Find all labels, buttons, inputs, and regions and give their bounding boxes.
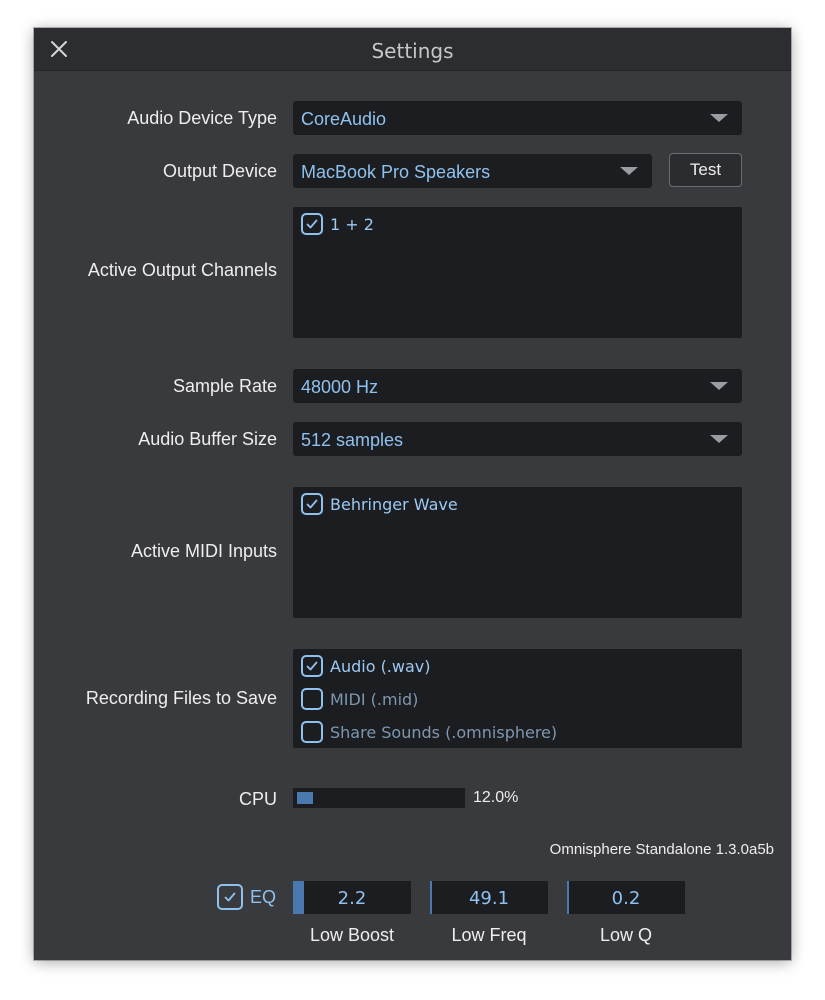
checkbox[interactable]: [301, 688, 323, 710]
output-device-value: MacBook Pro Speakers: [301, 162, 491, 182]
settings-window: Settings Audio Device Type CoreAudio Out…: [34, 28, 791, 960]
low-q-label: Low Q: [599, 925, 653, 945]
checkmark-icon: [306, 219, 318, 229]
recording-file-label: Share Sounds (.omnisphere): [330, 722, 558, 742]
cpu-label: CPU: [238, 789, 277, 809]
midi-input-label: Behringer Wave: [330, 494, 458, 514]
output-channels-list: 1 + 2: [293, 207, 742, 338]
recording-file-item-audio[interactable]: Audio (.wav): [301, 653, 431, 679]
recording-files-list: Audio (.wav) MIDI (.mid) Share Sounds (.…: [293, 649, 742, 748]
recording-file-item-midi[interactable]: MIDI (.mid): [301, 686, 418, 712]
audio-device-type-dropdown[interactable]: CoreAudio: [293, 101, 742, 135]
version-text: Omnisphere Standalone 1.3.0a5b: [549, 841, 774, 858]
checkmark-icon: [306, 499, 318, 509]
output-device-label: Output Device: [162, 161, 277, 181]
checkbox[interactable]: [301, 655, 323, 677]
low-q-knob[interactable]: 0.2: [567, 881, 685, 914]
checkmark-icon: [306, 661, 318, 671]
chevron-down-icon: [710, 114, 728, 122]
test-button[interactable]: Test: [669, 153, 742, 187]
midi-inputs-list: Behringer Wave: [293, 487, 742, 618]
active-midi-inputs-label: Active MIDI Inputs: [130, 541, 277, 561]
output-channel-label: 1 + 2: [330, 214, 374, 234]
cpu-meter-fill: [297, 792, 313, 804]
low-freq-label: Low Freq: [451, 925, 527, 945]
audio-buffer-size-value: 512 samples: [301, 430, 404, 450]
chevron-down-icon: [620, 167, 638, 175]
checkbox[interactable]: [301, 721, 323, 743]
checkmark-icon: [224, 892, 236, 902]
title-bar: Settings: [34, 28, 791, 71]
active-output-channels-label: Active Output Channels: [87, 260, 277, 280]
sample-rate-dropdown[interactable]: 48000 Hz: [293, 369, 742, 403]
chevron-down-icon: [710, 382, 728, 390]
low-freq-knob[interactable]: 49.1: [430, 881, 548, 914]
checkbox[interactable]: [301, 213, 323, 235]
midi-input-item[interactable]: Behringer Wave: [301, 491, 458, 517]
recording-files-label: Recording Files to Save: [85, 688, 277, 708]
eq-toggle[interactable]: EQ: [217, 884, 276, 910]
eq-label: EQ: [250, 886, 277, 907]
recording-file-item-share-sounds[interactable]: Share Sounds (.omnisphere): [301, 719, 557, 745]
audio-buffer-size-label: Audio Buffer Size: [138, 429, 277, 449]
window-title: Settings: [371, 39, 454, 63]
low-freq-value: 49.1: [468, 888, 510, 909]
audio-device-type-value: CoreAudio: [301, 109, 387, 129]
chevron-down-icon: [710, 435, 728, 443]
recording-file-label: MIDI (.mid): [330, 689, 419, 709]
audio-buffer-size-dropdown[interactable]: 512 samples: [293, 422, 742, 456]
cpu-meter: [293, 788, 465, 808]
output-device-dropdown[interactable]: MacBook Pro Speakers: [293, 154, 652, 188]
low-boost-value: 2.2: [337, 888, 367, 909]
checkbox[interactable]: [217, 884, 243, 910]
audio-device-type-label: Audio Device Type: [127, 108, 277, 128]
cpu-percent: 12.0%: [473, 789, 519, 806]
recording-file-label: Audio (.wav): [330, 656, 431, 676]
checkbox[interactable]: [301, 493, 323, 515]
output-channel-item[interactable]: 1 + 2: [301, 211, 374, 237]
low-boost-knob[interactable]: 2.2: [293, 881, 411, 914]
low-boost-label: Low Boost: [309, 925, 395, 945]
sample-rate-label: Sample Rate: [172, 376, 277, 396]
sample-rate-value: 48000 Hz: [301, 377, 379, 397]
low-q-value: 0.2: [611, 888, 641, 909]
